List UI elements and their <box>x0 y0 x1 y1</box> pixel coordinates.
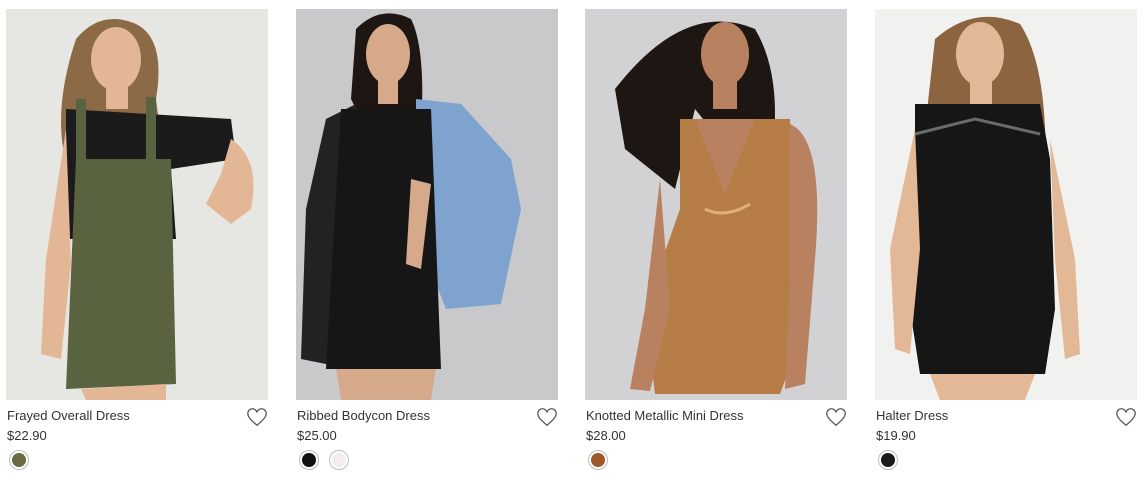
product-price: $25.00 <box>297 428 337 443</box>
product-card: Halter Dress $19.90 <box>875 9 1137 470</box>
product-image[interactable] <box>296 9 558 400</box>
heart-icon[interactable] <box>246 406 268 428</box>
product-image[interactable] <box>875 9 1137 400</box>
product-price: $22.90 <box>7 428 47 443</box>
product-name[interactable]: Frayed Overall Dress <box>7 408 130 423</box>
heart-icon[interactable] <box>1115 406 1137 428</box>
color-swatch[interactable] <box>299 450 319 470</box>
color-swatch[interactable] <box>9 450 29 470</box>
product-photo-frayed-overall-dress <box>6 9 268 400</box>
color-swatches <box>299 450 349 470</box>
color-swatch[interactable] <box>878 450 898 470</box>
heart-icon[interactable] <box>825 406 847 428</box>
color-swatches <box>878 450 898 470</box>
product-card: Knotted Metallic Mini Dress $28.00 <box>585 9 847 470</box>
product-photo-knotted-metallic-mini-dress <box>585 9 847 400</box>
product-name[interactable]: Ribbed Bodycon Dress <box>297 408 430 423</box>
product-name[interactable]: Halter Dress <box>876 408 948 423</box>
color-swatch[interactable] <box>329 450 349 470</box>
product-image[interactable] <box>6 9 268 400</box>
product-grid: Frayed Overall Dress $22.90 Ribbed Bodyc… <box>0 0 1146 478</box>
color-swatch[interactable] <box>588 450 608 470</box>
product-name[interactable]: Knotted Metallic Mini Dress <box>586 408 744 423</box>
color-swatches <box>588 450 608 470</box>
color-swatches <box>9 450 29 470</box>
product-card: Frayed Overall Dress $22.90 <box>6 9 268 470</box>
product-photo-ribbed-bodycon-dress <box>296 9 558 400</box>
product-card: Ribbed Bodycon Dress $25.00 <box>296 9 558 470</box>
heart-icon[interactable] <box>536 406 558 428</box>
product-photo-halter-dress <box>875 9 1137 400</box>
product-image[interactable] <box>585 9 847 400</box>
product-price: $28.00 <box>586 428 626 443</box>
product-price: $19.90 <box>876 428 916 443</box>
